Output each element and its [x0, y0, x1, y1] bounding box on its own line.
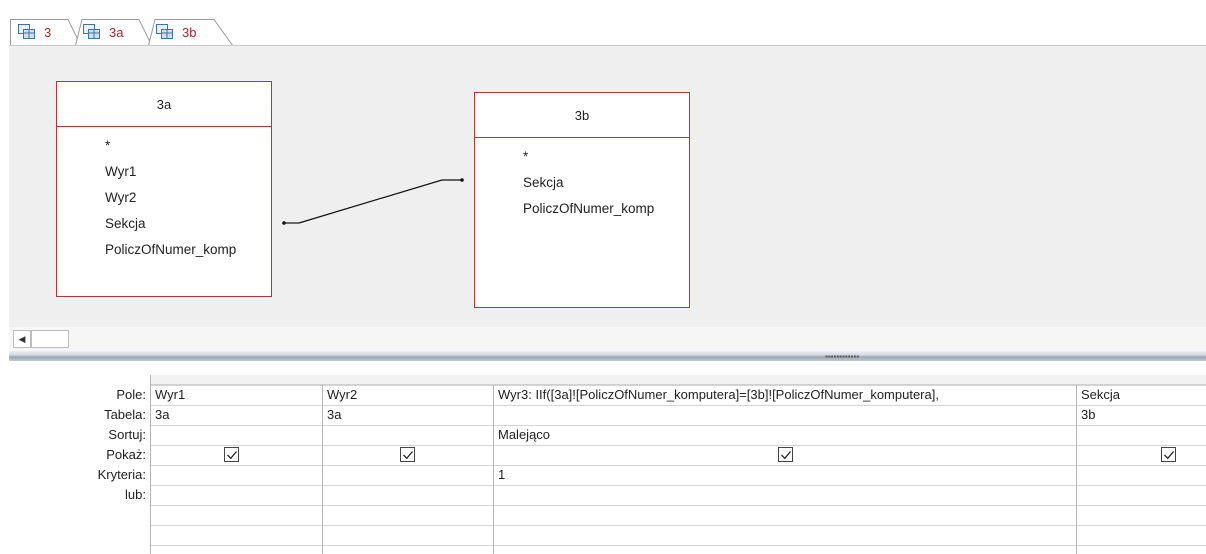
- show-checkbox[interactable]: [1161, 447, 1176, 462]
- column-selector[interactable]: [323, 375, 494, 385]
- field-cell[interactable]: Wyr3: IIf([3a]![PoliczOfNumer_komputera]…: [494, 385, 1076, 405]
- table-cell[interactable]: 3a: [323, 405, 493, 425]
- table-cell[interactable]: [494, 405, 1076, 425]
- query-icon: [156, 24, 174, 40]
- design-horizontal-scrollbar[interactable]: ◀: [9, 327, 1206, 351]
- row-label-sort: Sortuj:: [108, 427, 146, 442]
- grid-row-labels: Pole: Tabela: Sortuj: Pokaż: Kryteria: l…: [9, 385, 150, 505]
- join-line[interactable]: [9, 46, 1206, 352]
- pane-splitter[interactable]: ▪▪▪▪▪▪▪▪▪▪▪▪: [9, 351, 1206, 361]
- table-cell[interactable]: 3b: [1077, 405, 1206, 425]
- scroll-thumb[interactable]: [31, 330, 69, 348]
- tab-label: 3b: [182, 24, 197, 40]
- row-label-or: lub:: [125, 487, 146, 502]
- grid-column-4: Sekcja 3b: [1077, 385, 1206, 554]
- row-label-criteria: Kryteria:: [97, 467, 146, 482]
- tab-label: 3a: [109, 24, 124, 40]
- grid-column-1: Wyr1 3a: [151, 385, 323, 554]
- row-label-show: Pokaż:: [106, 447, 146, 462]
- splitter-grip-icon[interactable]: ▪▪▪▪▪▪▪▪▪▪▪▪: [825, 352, 859, 361]
- row-label-table: Tabela:: [104, 407, 146, 422]
- row-label-field: Pole:: [116, 387, 146, 402]
- query-icon: [83, 24, 101, 40]
- field-cell[interactable]: Sekcja: [1077, 385, 1206, 405]
- field-cell[interactable]: Wyr2: [323, 385, 493, 405]
- sort-cell[interactable]: [1077, 425, 1206, 445]
- field-cell[interactable]: Wyr1: [151, 385, 322, 405]
- column-selector[interactable]: [151, 375, 323, 385]
- table-cell[interactable]: 3a: [151, 405, 322, 425]
- criteria-cell[interactable]: 1: [494, 465, 1076, 485]
- tab-label: 3: [44, 24, 52, 40]
- query-design-pane[interactable]: 3a * Wyr1 Wyr2 Sekcja PoliczOfNumer_komp…: [9, 45, 1206, 351]
- show-checkbox[interactable]: [778, 447, 793, 462]
- show-checkbox[interactable]: [400, 447, 415, 462]
- show-checkbox[interactable]: [224, 447, 239, 462]
- grid-column-2: Wyr2 3a: [323, 385, 494, 554]
- tab-query-3b[interactable]: 3b: [148, 18, 234, 46]
- criteria-cell[interactable]: [151, 465, 322, 485]
- tab-query-3[interactable]: 3: [10, 18, 82, 46]
- grid-body: Wyr1 3a Wyr2 3a Wyr3: IIf([3a]![PoliczOf…: [150, 375, 1206, 554]
- column-selector[interactable]: [1077, 375, 1206, 385]
- sort-cell[interactable]: [323, 425, 493, 445]
- query-icon: [18, 24, 36, 40]
- criteria-cell[interactable]: [323, 465, 493, 485]
- grid-column-3: Wyr3: IIf([3a]![PoliczOfNumer_komputera]…: [494, 385, 1077, 554]
- object-tab-strip: 3 3a 3b: [0, 0, 1206, 46]
- sort-cell[interactable]: Malejąco: [494, 425, 1076, 445]
- criteria-cell[interactable]: [1077, 465, 1206, 485]
- scroll-left-icon[interactable]: ◀: [13, 330, 31, 348]
- sort-cell[interactable]: [151, 425, 322, 445]
- column-selector[interactable]: [494, 375, 1077, 385]
- tab-query-3a[interactable]: 3a: [75, 18, 153, 46]
- query-design-grid: Pole: Tabela: Sortuj: Pokaż: Kryteria: l…: [9, 361, 1206, 554]
